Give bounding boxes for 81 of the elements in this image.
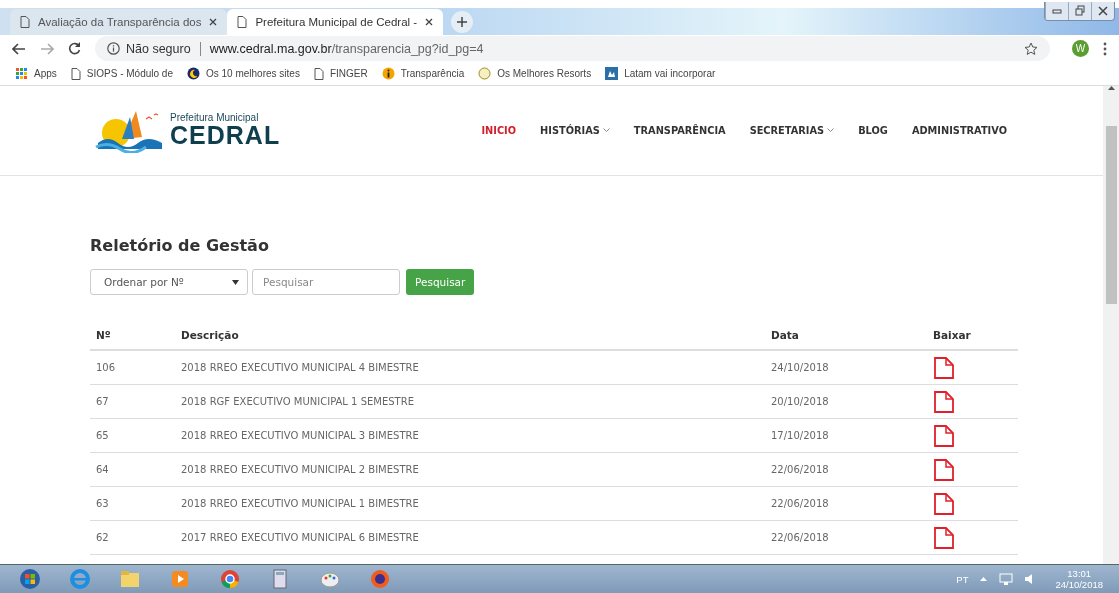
column-header: Descrição <box>175 321 765 350</box>
table-cell: 106 <box>90 350 175 385</box>
bookmark-item[interactable]: SIOPS - Módulo de <box>70 67 173 80</box>
firefox-icon[interactable] <box>369 568 391 590</box>
file-icon[interactable] <box>933 526 955 549</box>
scroll-up-icon[interactable] <box>1107 86 1115 90</box>
tab-title: Prefeitura Municipal de Cedral - <box>255 16 418 28</box>
table-cell: 17/10/2018 <box>765 418 927 453</box>
media-player-icon[interactable] <box>169 568 191 590</box>
search-field[interactable]: Pesquisar <box>252 269 400 295</box>
page-icon <box>70 67 81 80</box>
bookmark-item[interactable]: Os 10 melhores sites <box>186 67 300 80</box>
table-cell: 65 <box>90 418 175 453</box>
url-text: www.cedral.ma.gov.br/transparencia_pg?id_pg=4 <box>209 41 484 56</box>
column-header: Baixar <box>927 321 1018 350</box>
table-cell: 2018 RREO EXECUTIVO MUNICIPAL 4 BIMESTRE <box>175 350 765 385</box>
back-icon[interactable] <box>12 42 26 55</box>
table-cell: 62 <box>90 520 175 555</box>
restore-icon[interactable] <box>1074 5 1086 17</box>
apps-grid-icon <box>16 67 28 80</box>
moon-icon <box>186 67 200 80</box>
page-icon <box>313 67 324 80</box>
nav-link[interactable]: HISTÓRIAS <box>540 125 610 136</box>
page-icon <box>20 16 30 28</box>
close-icon[interactable] <box>1097 5 1109 17</box>
table-cell: 2018 RGF EXECUTIVO MUNICIPAL 1 SEMESTRE <box>175 384 765 419</box>
file-icon[interactable] <box>933 492 955 515</box>
info-icon <box>107 42 120 55</box>
tab-title: Avaliação da Transparência dos <box>38 16 202 28</box>
table-cell: 22/06/2018 <box>765 486 927 521</box>
file-icon[interactable] <box>933 458 955 481</box>
bookmark-item[interactable]: Transparência <box>381 67 465 80</box>
column-header: Nº <box>90 321 175 350</box>
bookmark-item[interactable]: Latam vai incorporar <box>605 67 716 80</box>
file-icon[interactable] <box>933 390 955 413</box>
reload-icon[interactable] <box>68 42 81 55</box>
nav-link[interactable]: SECRETARIAS <box>749 125 835 136</box>
file-icon[interactable] <box>933 356 955 379</box>
table-cell: 22/06/2018 <box>765 452 927 487</box>
table-cell: 2018 RREO EXECUTIVO MUNICIPAL 1 BIMESTRE <box>175 486 765 521</box>
bookmark-item[interactable]: Apps <box>16 67 57 80</box>
table-cell: 22/06/2018 <box>765 520 927 555</box>
bookmark-item[interactable]: FINGER <box>313 67 368 80</box>
table-cell: 63 <box>90 486 175 521</box>
table-cell: 24/10/2018 <box>765 350 927 385</box>
chrome-icon[interactable] <box>219 568 241 590</box>
nav-link[interactable]: BLOG <box>858 125 888 136</box>
new-tab-button[interactable] <box>451 11 474 33</box>
browser-tab[interactable]: Prefeitura Municipal de Cedral - <box>227 9 444 35</box>
sort-dropdown[interactable]: Ordenar por Nº <box>90 269 248 295</box>
page-icon <box>237 16 248 28</box>
table-cell: 2018 RREO EXECUTIVO MUNICIPAL 2 BIMESTRE <box>175 452 765 487</box>
table-cell: 20/10/2018 <box>765 384 927 419</box>
network-icon[interactable] <box>999 573 1014 585</box>
tray-expand-icon[interactable] <box>980 577 988 581</box>
nav-link[interactable]: INICIO <box>481 125 517 136</box>
table-cell: 64 <box>90 452 175 487</box>
table-cell: 2018 RREO EXECUTIVO MUNICIPAL 3 BIMESTRE <box>175 418 765 453</box>
file-icon[interactable] <box>933 424 955 447</box>
column-header: Data <box>765 321 927 350</box>
start-button[interactable] <box>19 568 41 590</box>
site-logo-text: Prefeitura Municipal CEDRAL <box>170 113 281 148</box>
nav-link[interactable]: TRANSPARÊNCIA <box>633 125 726 136</box>
close-icon[interactable] <box>209 18 218 26</box>
speaker-icon[interactable] <box>1025 574 1034 584</box>
star-icon[interactable] <box>1024 41 1038 56</box>
tile-icon <box>605 67 619 80</box>
plus-icon <box>457 17 468 27</box>
security-label: Não seguro <box>126 41 191 56</box>
nav-link[interactable]: ADMINISTRATIVO <box>911 125 1007 136</box>
table-cell: 67 <box>90 384 175 419</box>
page-heading: Reletório de Gestão <box>90 236 270 255</box>
menu-icon[interactable] <box>1103 41 1107 56</box>
scrollbar-thumb[interactable] <box>1105 126 1117 304</box>
caret-icon <box>232 279 239 285</box>
browser-tab[interactable]: Avaliação da Transparência dos <box>10 9 228 35</box>
bookmark-item[interactable]: Os Melhores Resorts <box>478 67 592 80</box>
table-cell: 2017 RREO EXECUTIVO MUNICIPAL 6 BIMESTRE <box>175 520 765 555</box>
close-icon[interactable] <box>425 18 434 26</box>
info-icon <box>381 67 395 80</box>
address-bar[interactable]: Não seguro www.cedral.ma.gov.br/transparencia_pg?id_pg=4 <box>95 36 1050 61</box>
